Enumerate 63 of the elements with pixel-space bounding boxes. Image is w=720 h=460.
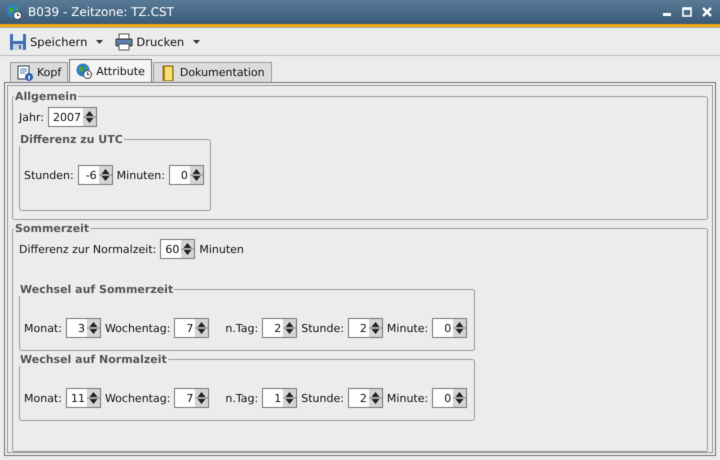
field-label: Differenz zur Normalzeit: <box>19 242 156 256</box>
tab[interactable]: Attribute <box>69 59 152 82</box>
up-down-arrows-icon <box>368 389 382 407</box>
spin-box[interactable]: 2 <box>348 318 383 338</box>
spin-box[interactable]: 1 <box>262 388 298 408</box>
spin-box[interactable]: 11 <box>66 388 101 408</box>
group-title: Sommerzeit <box>14 222 90 235</box>
up-down-arrows-icon <box>283 319 296 337</box>
field-label: Minute: <box>386 322 428 334</box>
printer-icon <box>115 32 134 50</box>
field-label: Monat: <box>24 322 62 334</box>
spin-box[interactable]: 2007 <box>48 107 97 127</box>
field-label: n.Tag: <box>225 392 258 404</box>
tab[interactable]: Dokumentation <box>152 62 272 82</box>
field-label: Jahr: <box>19 110 44 124</box>
globe-clock-icon <box>76 63 92 79</box>
spin-box[interactable]: 7 <box>174 318 210 338</box>
up-down-arrows-icon <box>83 108 96 126</box>
field-label: n.Tag: <box>225 322 258 334</box>
up-down-arrows-icon <box>181 240 194 258</box>
field-label: Minute: <box>386 392 428 404</box>
unit-label: Minuten <box>199 242 244 256</box>
up-down-arrows-icon <box>195 319 208 337</box>
up-down-arrows-icon <box>368 319 382 337</box>
up-down-arrows-icon <box>86 319 100 337</box>
spin-box[interactable]: 3 <box>66 318 101 338</box>
field-label: Wochentag: <box>104 392 170 404</box>
document-info-icon <box>17 64 33 80</box>
group-title: Wechsel auf Normalzeit <box>19 353 168 366</box>
field-label: Stunden: <box>24 168 74 182</box>
close-icon <box>702 7 712 17</box>
spin-box[interactable]: 0 <box>168 165 204 185</box>
spin-box[interactable]: 0 <box>432 318 468 338</box>
up-down-arrows-icon <box>195 389 208 407</box>
globe-clock-icon <box>6 4 22 20</box>
spin-box[interactable]: 2 <box>262 318 298 338</box>
spin-box[interactable]: 0 <box>432 388 468 408</box>
save-button[interactable]: Speichern <box>6 30 106 52</box>
up-down-arrows-icon <box>190 166 203 184</box>
group-title: Wechsel auf Sommerzeit <box>19 283 174 296</box>
field-label: Stunde: <box>301 392 344 404</box>
group-title: Allgemein <box>14 90 78 103</box>
field-label: Stunde: <box>301 322 344 334</box>
spin-box[interactable]: -6 <box>78 165 113 185</box>
book-icon <box>160 64 176 80</box>
spin-box[interactable]: 2 <box>348 388 383 408</box>
up-down-arrows-icon <box>453 389 466 407</box>
maximize-icon <box>682 7 692 17</box>
print-button[interactable]: Drucken <box>112 30 204 52</box>
caret-icon <box>193 40 200 44</box>
up-down-arrows-icon <box>98 166 112 184</box>
up-down-arrows-icon <box>86 389 100 407</box>
caret-icon <box>96 40 104 44</box>
up-down-arrows-icon <box>453 319 466 337</box>
field-label: Minuten: <box>116 168 165 182</box>
spin-box[interactable]: 7 <box>174 388 210 408</box>
tab[interactable]: Kopf <box>10 62 68 82</box>
spin-box[interactable]: 60 <box>160 239 196 259</box>
field-label: Monat: <box>24 392 62 404</box>
up-down-arrows-icon <box>283 389 296 407</box>
window-title: B039 - Zeitzone: TZ.CST <box>28 5 175 19</box>
group-title: Differenz zu UTC <box>19 133 124 146</box>
field-label: Wochentag: <box>104 322 170 334</box>
